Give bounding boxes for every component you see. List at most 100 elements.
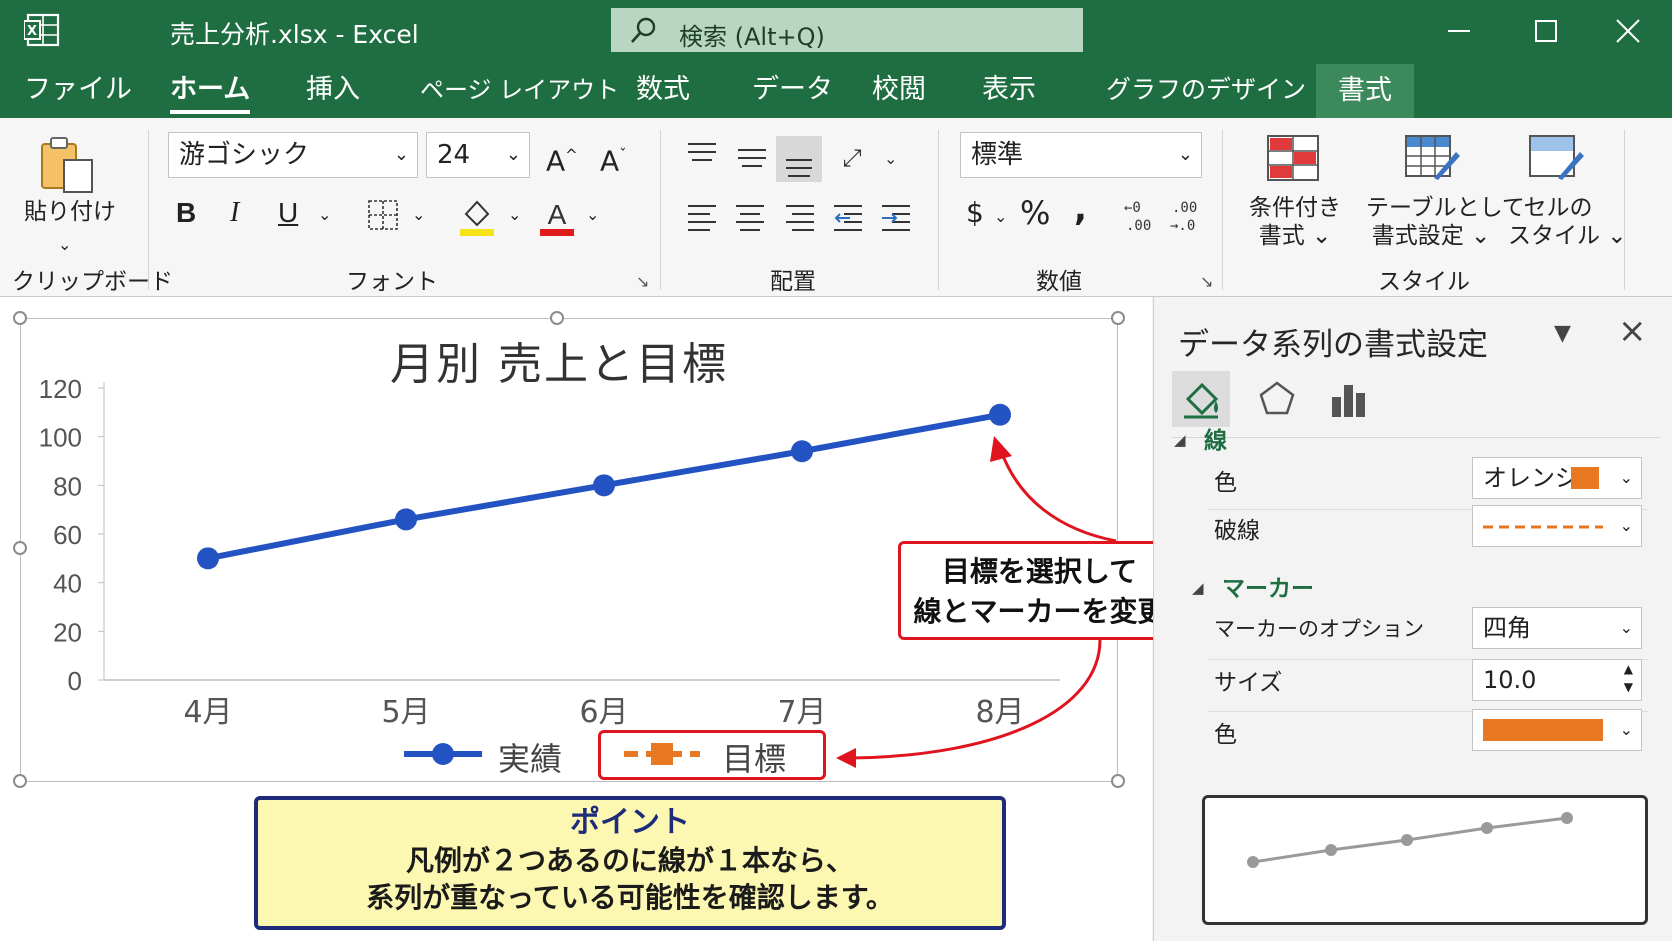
marker-options-dropdown[interactable]: 四角 ⌄ bbox=[1472, 607, 1642, 649]
italic-icon[interactable]: I bbox=[230, 196, 239, 230]
tab-insert[interactable]: 挿入 bbox=[306, 70, 360, 110]
underline-dropdown-chevron-icon[interactable]: ⌄ bbox=[318, 198, 331, 232]
search-icon bbox=[631, 17, 656, 43]
comma-style-icon[interactable]: , bbox=[1074, 192, 1087, 226]
paste-dropdown-chevron-icon[interactable]: ⌄ bbox=[58, 228, 71, 262]
fill-color-icon[interactable] bbox=[458, 196, 496, 238]
y-tick-label: 80 bbox=[53, 471, 82, 501]
svg-text:⤢: ⤢ bbox=[842, 144, 861, 172]
pane-options-chevron-icon[interactable]: ▼ bbox=[1554, 321, 1571, 346]
paste-icon[interactable] bbox=[38, 134, 98, 196]
collapse-triangle-icon[interactable]: ◢ bbox=[1192, 579, 1204, 597]
line-preview-thumbnail bbox=[1202, 795, 1648, 925]
dash-type-dropdown[interactable]: ⌄ bbox=[1472, 505, 1642, 547]
font-color-dropdown-chevron-icon[interactable]: ⌄ bbox=[586, 198, 599, 232]
line-color-label: 色 bbox=[1214, 470, 1237, 496]
cell-styles-icon[interactable] bbox=[1528, 134, 1586, 182]
point-line1: 凡例が２つあるのに線が１本なら、 bbox=[405, 844, 854, 877]
chevron-down-icon: ⌄ bbox=[1619, 516, 1633, 535]
series-options-icon[interactable] bbox=[1320, 371, 1378, 427]
font-size-dropdown[interactable]: 24 ⌄ bbox=[426, 132, 530, 178]
fill-line-icon[interactable] bbox=[1172, 371, 1230, 427]
excel-app-icon[interactable]: X bbox=[24, 12, 64, 48]
tab-review[interactable]: 校閲 bbox=[872, 70, 926, 110]
conditional-formatting-icon[interactable] bbox=[1266, 134, 1320, 182]
chevron-down-icon: ⌄ bbox=[1619, 618, 1633, 637]
maximize-icon[interactable] bbox=[1526, 12, 1566, 50]
y-tick-label: 0 bbox=[68, 666, 82, 696]
line-section-header[interactable]: 線 bbox=[1204, 421, 1227, 455]
bold-icon[interactable]: B bbox=[176, 196, 196, 230]
tab-data[interactable]: データ bbox=[752, 70, 833, 110]
marker-section-header[interactable]: マーカー bbox=[1222, 569, 1314, 603]
callout-line1: 目標を選択して bbox=[941, 555, 1138, 588]
tab-view[interactable]: 表示 bbox=[982, 70, 1036, 110]
tab-page-layout[interactable]: ページ レイアウト bbox=[420, 70, 619, 110]
number-format-dropdown[interactable]: 標準 ⌄ bbox=[960, 132, 1202, 178]
svg-text:.00: .00 bbox=[1126, 218, 1151, 234]
format-as-table-button[interactable]: テーブルとして 書式設定 ⌄ bbox=[1366, 194, 1525, 250]
styles-group-label: スタイル bbox=[1378, 269, 1470, 295]
pane-title: データ系列の書式設定 bbox=[1178, 327, 1488, 363]
svg-text:A: A bbox=[548, 199, 567, 230]
callout-arrow-to-line bbox=[998, 447, 1117, 543]
line-color-value: オレンジ bbox=[1483, 464, 1579, 492]
tab-chart-design[interactable]: グラフのデザイン bbox=[1106, 70, 1306, 110]
cell-styles-line2: スタイル bbox=[1508, 223, 1600, 249]
dashed-line-swatch bbox=[1483, 525, 1603, 529]
callout-line2: 線とマーカーを変更 bbox=[913, 595, 1166, 628]
decimal-places-icons[interactable]: ←0 .00 .00 →.0 bbox=[1116, 196, 1206, 236]
borders-icon[interactable] bbox=[366, 198, 400, 232]
font-size-value: 24 bbox=[437, 140, 471, 170]
marker-size-spinner[interactable]: 10.0 ▲ ▼ bbox=[1472, 659, 1642, 701]
data-point-actual[interactable] bbox=[989, 403, 1011, 426]
tab-home[interactable]: ホーム bbox=[170, 70, 251, 114]
arrowhead-icon bbox=[836, 748, 856, 768]
number-dialog-launcher-icon[interactable]: ↘ bbox=[1200, 272, 1213, 291]
y-tick-label: 120 bbox=[39, 374, 82, 404]
data-point-actual[interactable] bbox=[395, 508, 417, 531]
spinner-arrows-icon[interactable]: ▲ ▼ bbox=[1624, 660, 1633, 696]
format-as-table-icon[interactable] bbox=[1404, 134, 1462, 182]
legend-actual-marker[interactable] bbox=[404, 743, 482, 765]
tab-formulas[interactable]: 数式 bbox=[636, 70, 690, 110]
minimize-icon[interactable] bbox=[1440, 12, 1480, 50]
fill-color-dropdown-chevron-icon[interactable]: ⌄ bbox=[508, 198, 521, 232]
borders-dropdown-chevron-icon[interactable]: ⌄ bbox=[412, 198, 425, 232]
percent-icon[interactable]: % bbox=[1020, 196, 1050, 230]
arrowhead-icon bbox=[990, 436, 1012, 462]
paste-button[interactable]: 貼り付け bbox=[20, 198, 120, 226]
data-point-actual[interactable] bbox=[791, 440, 813, 463]
close-window-icon[interactable] bbox=[1608, 12, 1648, 50]
conditional-formatting-button[interactable]: 条件付き 書式 ⌄ bbox=[1240, 194, 1350, 250]
data-point-actual[interactable] bbox=[197, 547, 219, 570]
marker-color-dropdown[interactable]: ⌄ bbox=[1472, 709, 1642, 751]
currency-icon[interactable]: $ bbox=[966, 196, 984, 230]
ribbon: 貼り付け ⌄ クリップボード 游ゴシック ⌄ 24 ⌄ A^ Aˇ B I U ⌄ … bbox=[0, 118, 1672, 297]
point-title: ポイント bbox=[570, 805, 690, 840]
currency-dropdown-chevron-icon[interactable]: ⌄ bbox=[994, 200, 1007, 234]
legend-actual-label[interactable]: 実績 bbox=[498, 734, 562, 780]
x-tick-label: 4月 bbox=[183, 695, 232, 730]
data-point-actual[interactable] bbox=[593, 474, 615, 497]
legend-target-label[interactable]: 目標 bbox=[722, 734, 786, 780]
font-color-icon[interactable]: A bbox=[538, 196, 576, 238]
x-tick-label: 5月 bbox=[381, 695, 430, 730]
pane-close-icon[interactable]: × bbox=[1618, 311, 1647, 351]
format-as-table-line1: テーブルとして bbox=[1366, 195, 1525, 221]
chevron-down-icon: ⌄ bbox=[393, 144, 409, 165]
preview-line-icon bbox=[1247, 812, 1573, 868]
underline-icon[interactable]: U bbox=[278, 196, 298, 230]
collapse-triangle-icon[interactable]: ◢ bbox=[1174, 431, 1186, 449]
line-color-dropdown[interactable]: オレンジ ⌄ bbox=[1472, 457, 1642, 499]
font-dialog-launcher-icon[interactable]: ↘ bbox=[636, 272, 649, 291]
increase-font-size-icon[interactable]: A^ bbox=[546, 138, 578, 178]
effects-icon[interactable] bbox=[1248, 371, 1306, 427]
format-data-series-pane: データ系列の書式設定 ▼ × ◢ 線 色 オレンジ ⌄ 破線 ⌄ ◢ マーカー … bbox=[1153, 297, 1672, 941]
search-box[interactable]: 検索 (Alt+Q) bbox=[611, 8, 1083, 52]
tab-file[interactable]: ファイル bbox=[24, 70, 132, 110]
font-name-dropdown[interactable]: 游ゴシック ⌄ bbox=[168, 132, 418, 178]
tab-format[interactable]: 書式 bbox=[1316, 64, 1414, 118]
cell-styles-button[interactable]: セルの スタイル ⌄ bbox=[1508, 194, 1627, 250]
decrease-font-size-icon[interactable]: Aˇ bbox=[600, 138, 627, 178]
